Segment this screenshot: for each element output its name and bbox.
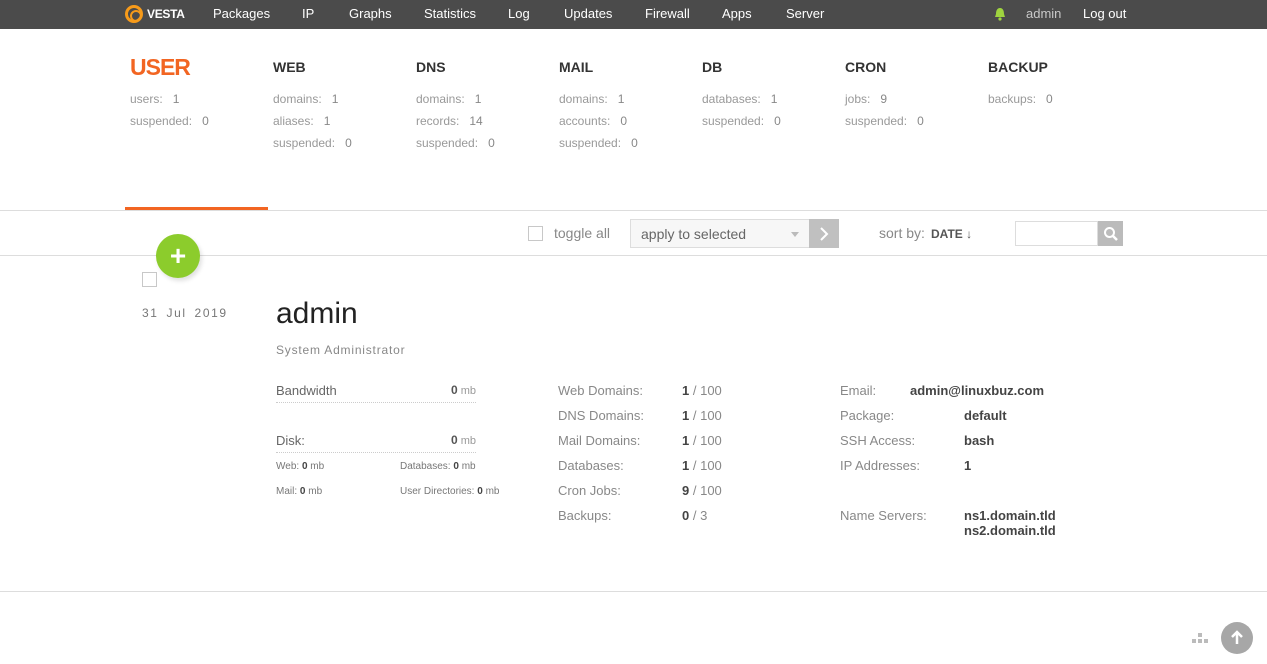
divider — [0, 210, 1267, 211]
nav-ip[interactable]: IP — [302, 6, 314, 21]
stat-row: databases: 1 — [702, 92, 778, 106]
stat-row: suspended: 0 — [130, 114, 209, 128]
nav-statistics[interactable]: Statistics — [424, 6, 476, 21]
disk-row: Disk: 0 mb — [276, 433, 476, 453]
toggle-all-checkbox[interactable] — [528, 226, 543, 241]
vesta-logo[interactable]: VESTA — [125, 4, 185, 24]
apply-button[interactable] — [809, 219, 839, 248]
plus-icon: + — [169, 240, 187, 271]
disk-databases: Databases: 0 mb — [400, 461, 476, 472]
info-value-ip: 1 — [964, 458, 972, 473]
divider — [0, 591, 1267, 592]
stat-title: USER — [130, 54, 191, 80]
nameserver-2: ns2.domain.tld — [964, 523, 1056, 538]
info-label-ssh: SSH Access: — [840, 433, 916, 448]
scroll-top-button[interactable] — [1221, 622, 1253, 654]
stat-dns[interactable]: DNS domains: 1 records: 14 suspended: 0 — [416, 54, 556, 154]
nameserver-1: ns1.domain.tld — [964, 508, 1056, 523]
info-label-nameservers: Name Servers: — [840, 508, 927, 523]
quota-label: Backups: — [558, 508, 612, 523]
info-label-ip: IP Addresses: — [840, 458, 920, 473]
stat-row: records: 14 — [416, 114, 483, 128]
nav-server[interactable]: Server — [786, 6, 824, 21]
stat-cron[interactable]: CRON jobs: 9 suspended: 0 — [845, 54, 985, 132]
bandwidth-row: Bandwidth 0 mb — [276, 383, 476, 403]
add-user-button[interactable]: + — [156, 234, 200, 278]
bell-icon[interactable] — [993, 6, 1007, 22]
info-value-ssh: bash — [964, 433, 995, 448]
quota-value: 1 / 100 — [682, 433, 722, 448]
quota-label: Databases: — [558, 458, 624, 473]
info-value-package: default — [964, 408, 1007, 423]
nav-firewall[interactable]: Firewall — [645, 6, 690, 21]
stat-title: MAIL — [559, 59, 594, 75]
nav-apps[interactable]: Apps — [722, 6, 752, 21]
top-bar: VESTA Packages IP Graphs Statistics Log … — [0, 0, 1267, 29]
quota-value: 1 / 100 — [682, 458, 722, 473]
quota-value: 1 / 100 — [682, 408, 722, 423]
record-role: System Administrator — [276, 343, 406, 357]
search-icon — [1103, 226, 1118, 241]
info-label-email: Email: — [840, 383, 877, 398]
stat-row: domains: 1 — [416, 92, 482, 106]
stat-row: suspended: 0 — [845, 114, 924, 128]
vesta-logo-icon — [125, 5, 143, 23]
stat-row: users: 1 — [130, 92, 180, 106]
nav-packages[interactable]: Packages — [213, 6, 270, 21]
record-name[interactable]: admin — [276, 297, 358, 331]
stat-row: suspended: 0 — [273, 136, 352, 150]
info-label-package: Package: — [840, 408, 895, 423]
stat-row: domains: 1 — [559, 92, 625, 106]
disk-mail: Mail: 0 mb — [276, 486, 323, 497]
disk-user-directories: User Directories: 0 mb — [400, 486, 500, 497]
nav-log[interactable]: Log — [508, 6, 530, 21]
stat-row: accounts: 0 — [559, 114, 628, 128]
logout-link[interactable]: Log out — [1083, 6, 1126, 21]
nav-graphs[interactable]: Graphs — [349, 6, 392, 21]
sort-dropdown[interactable]: DATE ↓ — [931, 227, 972, 241]
toggle-all-label[interactable]: toggle all — [554, 225, 610, 241]
stat-row: suspended: 0 — [416, 136, 495, 150]
stat-web[interactable]: WEB domains: 1 aliases: 1 suspended: 0 — [273, 54, 413, 154]
bulk-action-value: apply to selected — [641, 226, 747, 242]
stat-row: jobs: 9 — [845, 92, 888, 106]
bulk-action-select[interactable]: apply to selected — [630, 219, 810, 248]
stat-row: domains: 1 — [273, 92, 339, 106]
stat-title: BACKUP — [988, 59, 1048, 75]
chevron-right-icon — [820, 226, 829, 241]
info-value-email: admin@linuxbuz.com — [910, 383, 1045, 398]
quota-value: 0 / 3 — [682, 508, 708, 523]
stat-row: suspended: 0 — [702, 114, 781, 128]
stat-row: aliases: 1 — [273, 114, 331, 128]
current-user-link[interactable]: admin — [1026, 6, 1061, 21]
quota-value: 1 / 100 — [682, 383, 722, 398]
stat-title: WEB — [273, 59, 306, 75]
stat-row: backups: 0 — [988, 92, 1053, 106]
quota-label: Mail Domains: — [558, 433, 641, 448]
quota-value: 9 / 100 — [682, 483, 722, 498]
logo-text: VESTA — [147, 7, 185, 21]
arrow-up-icon — [1231, 630, 1243, 644]
quota-label: Cron Jobs: — [558, 483, 621, 498]
sort-label: sort by: — [879, 225, 925, 241]
record-checkbox[interactable] — [142, 272, 157, 287]
search-button[interactable] — [1098, 221, 1123, 246]
chevron-down-icon — [791, 232, 799, 237]
disk-web: Web: 0 mb — [276, 461, 325, 472]
stat-title: DB — [702, 59, 723, 75]
stat-title: DNS — [416, 59, 446, 75]
record-date: 31 Jul 2019 — [142, 306, 228, 320]
grid-icon[interactable] — [1192, 633, 1208, 643]
stat-user[interactable]: USER users: 1 suspended: 0 — [130, 54, 270, 132]
nav-updates[interactable]: Updates — [564, 6, 612, 21]
quota-label: DNS Domains: — [558, 408, 644, 423]
stat-row: suspended: 0 — [559, 136, 638, 150]
stat-db[interactable]: DB databases: 1 suspended: 0 — [702, 54, 842, 132]
stat-backup[interactable]: BACKUP backups: 0 — [988, 54, 1128, 110]
stat-title: CRON — [845, 59, 887, 75]
stat-mail[interactable]: MAIL domains: 1 accounts: 0 suspended: 0 — [559, 54, 699, 154]
search-input[interactable] — [1015, 221, 1098, 246]
quota-label: Web Domains: — [558, 383, 644, 398]
